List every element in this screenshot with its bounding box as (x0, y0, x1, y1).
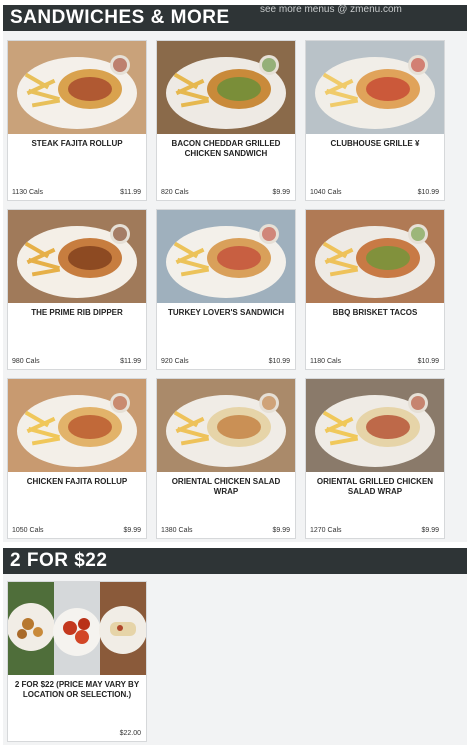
menu-item-calories: 820 Cals (161, 189, 189, 196)
menu-item-image[interactable] (8, 210, 146, 303)
menu-item-price: $9.99 (272, 189, 290, 196)
menu-item-card[interactable]: CHICKEN FAJITA ROLLUP 1050 Cals $9.99 (7, 378, 147, 539)
menu-item-card[interactable]: BACON CHEDDAR GRILLED CHICKEN SANDWICH 8… (156, 40, 296, 201)
food-photo (157, 379, 295, 472)
menu-item-image[interactable] (157, 379, 295, 472)
menu-item-calories: 920 Cals (161, 358, 189, 365)
menu-item-name: ORIENTAL CHICKEN SALAD WRAP (171, 477, 281, 496)
menu-item-name: ORIENTAL GRILLED CHICKEN SALAD WRAP (316, 477, 434, 496)
menu-item-name: STEAK FAJITA ROLLUP (31, 139, 123, 148)
menu-item-name: CHICKEN FAJITA ROLLUP (26, 477, 128, 486)
menu-item-price: $10.99 (268, 358, 290, 365)
menu-item-name: BACON CHEDDAR GRILLED CHICKEN SANDWICH (171, 139, 281, 158)
watermark-text: see more menus @ zmenu.com (260, 4, 402, 15)
menu-item-card[interactable]: CLUBHOUSE GRILLE ¥ 1040 Cals $10.99 (305, 40, 445, 201)
menu-item-price: $9.99 (421, 527, 439, 534)
food-photo (306, 210, 444, 303)
menu-item-price: $10.99 (417, 189, 439, 196)
menu-item-price: $10.99 (417, 358, 439, 365)
food-photo (306, 41, 444, 134)
menu-item-image[interactable] (8, 41, 146, 134)
menu-item-name: CLUBHOUSE GRILLE ¥ (330, 139, 420, 148)
menu-item-image[interactable] (8, 582, 146, 675)
menu-item-image[interactable] (306, 210, 444, 303)
menu-item-image[interactable] (157, 210, 295, 303)
menu-item-price: $11.99 (120, 189, 141, 196)
food-photo (157, 210, 295, 303)
menu-item-name: THE PRIME RIB DIPPER (31, 308, 123, 317)
menu-item-price: $22.00 (119, 730, 141, 737)
section-header-2-for-22: 2 FOR $22 (3, 548, 467, 574)
menu-item-calories: 1270 Cals (310, 527, 342, 534)
food-photo (157, 41, 295, 134)
menu-item-image[interactable] (8, 379, 146, 472)
menu-item-image[interactable] (306, 41, 444, 134)
menu-item-card[interactable]: TURKEY LOVER'S SANDWICH 920 Cals $10.99 (156, 209, 296, 370)
food-photo (8, 210, 146, 303)
menu-item-name: TURKEY LOVER'S SANDWICH (168, 308, 284, 317)
menu-item-calories: 980 Cals (12, 358, 40, 365)
menu-item-calories: 1050 Cals (12, 527, 44, 534)
menu-item-card[interactable]: ORIENTAL CHICKEN SALAD WRAP 1380 Cals $9… (156, 378, 296, 539)
menu-item-card[interactable]: BBQ BRISKET TACOS 1180 Cals $10.99 (305, 209, 445, 370)
menu-item-calories: 1130 Cals (12, 189, 44, 196)
food-photo (8, 379, 146, 472)
menu-item-calories: 1040 Cals (310, 189, 342, 196)
menu-item-name: 2 FOR $22 (PRICE MAY VARY BY LOCATION OR… (14, 680, 140, 699)
menu-item-image[interactable] (306, 379, 444, 472)
menu-item-card[interactable]: 2 FOR $22 (PRICE MAY VARY BY LOCATION OR… (7, 581, 147, 742)
menu-item-price: $9.99 (123, 527, 141, 534)
menu-item-card[interactable]: THE PRIME RIB DIPPER 980 Cals $11.99 (7, 209, 147, 370)
menu-item-card[interactable]: ORIENTAL GRILLED CHICKEN SALAD WRAP 1270… (305, 378, 445, 539)
menu-item-price: $11.99 (120, 358, 141, 365)
menu-item-name: BBQ BRISKET TACOS (332, 308, 418, 317)
food-photo (306, 379, 444, 472)
menu-item-calories: 1380 Cals (161, 527, 193, 534)
menu-item-calories: 1180 Cals (310, 358, 342, 365)
food-photo (8, 41, 146, 134)
menu-item-price: $9.99 (272, 527, 290, 534)
menu-item-card[interactable]: STEAK FAJITA ROLLUP 1130 Cals $11.99 (7, 40, 147, 201)
menu-item-image[interactable] (157, 41, 295, 134)
food-photo (8, 582, 146, 675)
